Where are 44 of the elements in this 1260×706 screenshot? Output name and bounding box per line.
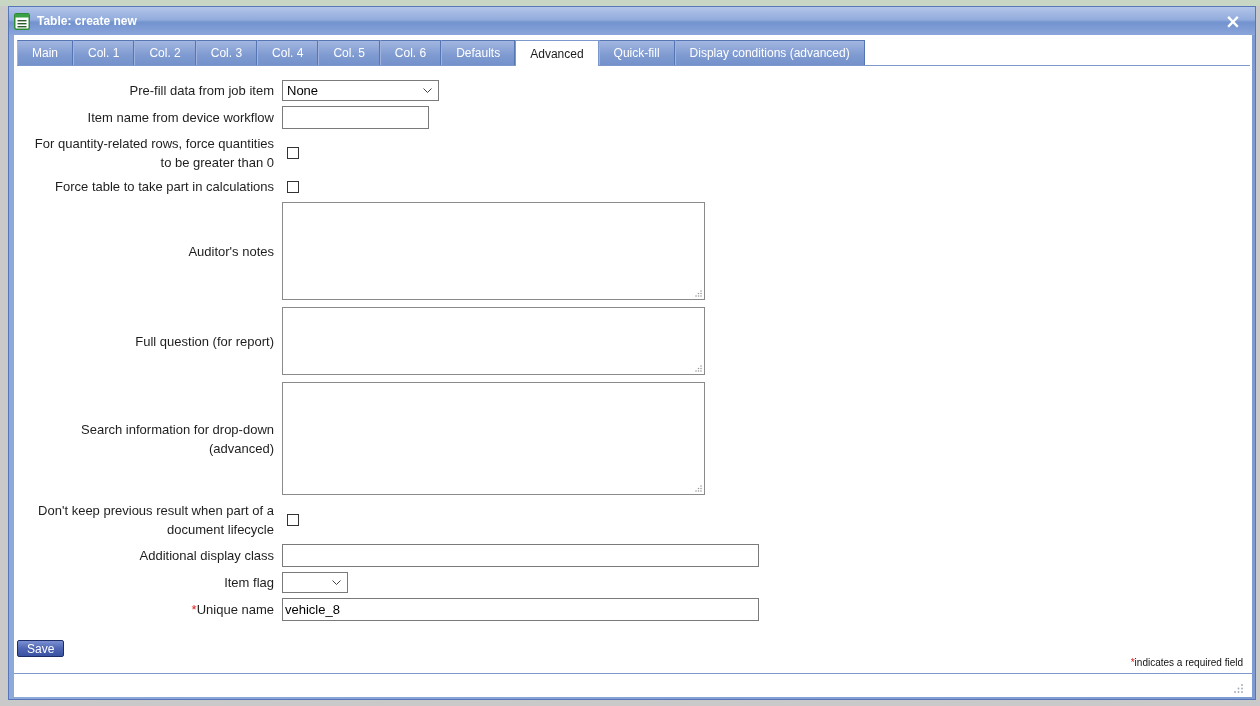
field-label: *Unique name: [191, 602, 274, 617]
text-area[interactable]: [282, 202, 705, 300]
checkbox[interactable]: [287, 180, 299, 193]
text-field[interactable]: vehicle_8: [282, 598, 759, 621]
tab[interactable]: Col. 6: [379, 40, 442, 65]
chevron-down-icon: [332, 580, 341, 585]
field-label: Search information for drop-down (advanced): [81, 421, 274, 456]
field-label: Item flag: [224, 575, 274, 590]
text-area[interactable]: [282, 307, 705, 375]
close-button[interactable]: ×: [1221, 11, 1245, 31]
tab[interactable]: Defaults: [441, 40, 516, 65]
tab[interactable]: Display conditions (advanced): [674, 40, 865, 65]
field-label: Full question (for report): [135, 333, 274, 349]
resize-grip-icon[interactable]: [695, 365, 702, 372]
tab[interactable]: Col. 5: [318, 40, 380, 65]
checkbox[interactable]: [287, 147, 299, 159]
dropdown[interactable]: None: [282, 80, 439, 101]
tab[interactable]: Col. 4: [257, 40, 319, 65]
resize-grip-icon[interactable]: [695, 290, 702, 297]
field-label: For quantity-related rows, force quantities to be greater than 0: [34, 136, 274, 170]
tab[interactable]: Quick-fill: [598, 40, 675, 65]
tab[interactable]: Main: [17, 40, 73, 65]
field-label: Additional display class: [139, 548, 274, 563]
text-field[interactable]: [282, 106, 429, 129]
window-title: Table: create new: [37, 14, 137, 28]
dropdown[interactable]: [282, 572, 348, 593]
tab[interactable]: Col. 3: [195, 40, 258, 65]
tab[interactable]: Advanced: [515, 40, 599, 66]
field-label: Item name from device workflow: [87, 110, 274, 125]
checkbox[interactable]: [287, 514, 299, 526]
resize-grip-icon[interactable]: [1234, 684, 1243, 693]
field-label: Force table to take part in calculations: [55, 179, 274, 194]
field-label: Don't keep previous result when part of a document lifecycle: [38, 503, 274, 537]
text-area[interactable]: [282, 382, 705, 495]
text-field[interactable]: [282, 544, 759, 567]
list-window-icon: [14, 12, 30, 30]
save-button[interactable]: Save: [17, 640, 65, 657]
required-field-note: *indicates a required field: [1130, 657, 1243, 668]
field-label: Auditor's notes: [188, 243, 274, 259]
tab[interactable]: Col. 2: [134, 40, 196, 65]
tab[interactable]: Col. 1: [73, 40, 135, 65]
chevron-down-icon: [423, 88, 432, 93]
resize-grip-icon[interactable]: [695, 485, 702, 492]
field-label: Pre-fill data from job item: [129, 83, 274, 98]
